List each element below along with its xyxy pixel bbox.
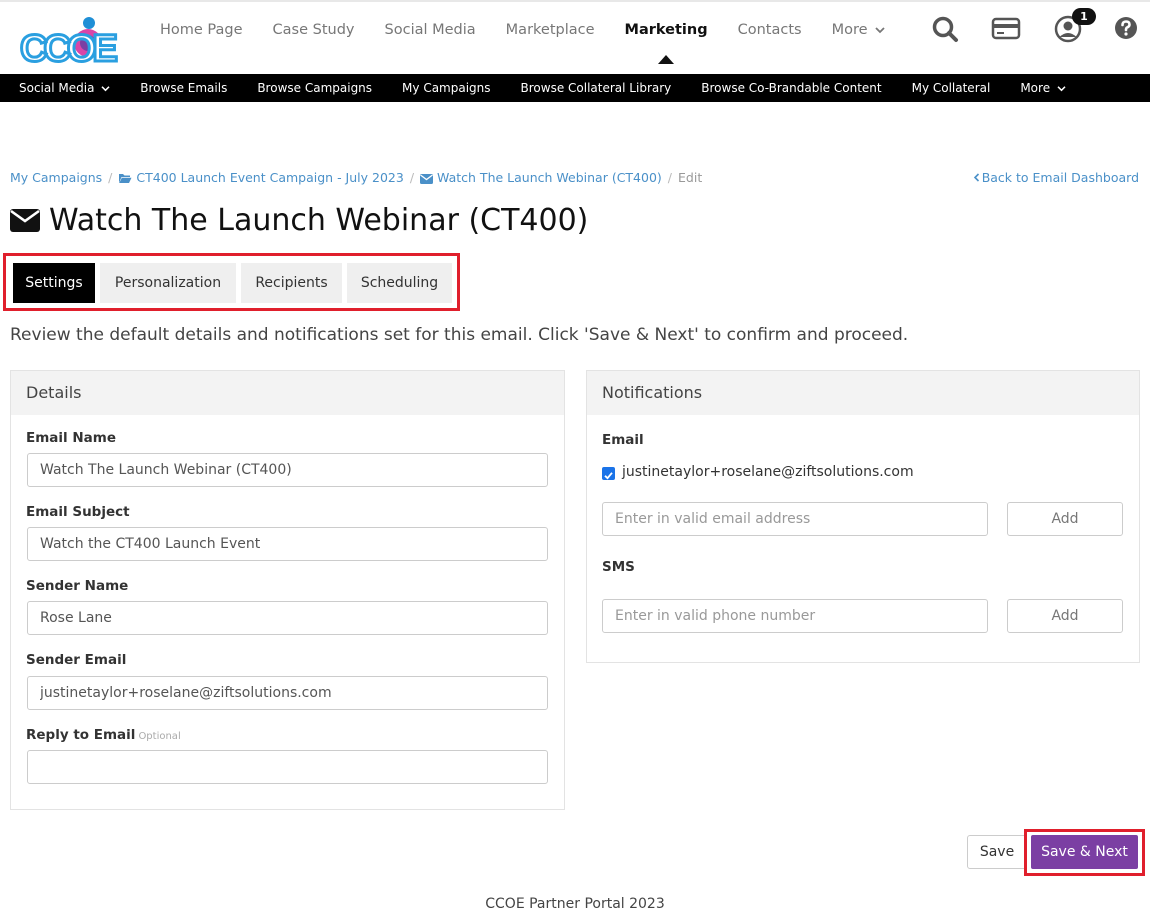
chevron-down-icon	[101, 86, 110, 92]
ccoe-logo[interactable]: CCOE	[18, 14, 128, 70]
marketing-subnav: Social Media Browse Emails Browse Campai…	[0, 74, 1150, 102]
tab-settings[interactable]: Settings	[13, 263, 95, 303]
nav-home-page[interactable]: Home Page	[145, 19, 258, 41]
details-panel: Details Email Name Email Subject Sender …	[10, 370, 565, 810]
envelope-icon	[10, 209, 40, 232]
notification-email-address: justinetaylor+roselane@ziftsolutions.com	[622, 464, 914, 480]
notification-email-checkbox[interactable]	[602, 467, 615, 480]
sender-name-label: Sender Name	[26, 578, 129, 594]
subnav-browse-campaigns[interactable]: Browse Campaigns	[242, 81, 387, 95]
notifications-panel: Notifications Email justinetaylor+rosela…	[586, 370, 1140, 663]
email-subject-input[interactable]	[27, 527, 548, 561]
credit-card-icon[interactable]	[991, 14, 1021, 44]
page-title-text: Watch The Launch Webinar (CT400)	[49, 203, 589, 238]
subnav-browse-co-brandable-content[interactable]: Browse Co-Brandable Content	[686, 81, 896, 95]
optional-hint: Optional	[138, 731, 181, 742]
breadcrumb-email[interactable]: Watch The Launch Webinar (CT400)	[420, 170, 662, 185]
notification-email-input[interactable]	[602, 502, 988, 536]
subnav-browse-collateral-library[interactable]: Browse Collateral Library	[506, 81, 687, 95]
breadcrumb-separator: /	[108, 170, 113, 185]
nav-more[interactable]: More	[817, 19, 901, 41]
search-icon[interactable]	[930, 14, 960, 44]
sender-email-input[interactable]	[27, 676, 548, 710]
chevron-down-icon	[1057, 86, 1066, 92]
breadcrumb-current: Edit	[678, 170, 703, 185]
nav-marketing[interactable]: Marketing	[610, 19, 723, 64]
page-title: Watch The Launch Webinar (CT400)	[10, 203, 588, 238]
back-link-label: Back to Email Dashboard	[981, 170, 1139, 185]
checkmark-icon	[604, 472, 613, 480]
subnav-more[interactable]: More	[1005, 81, 1081, 95]
subnav-social-media-label: Social Media	[19, 81, 95, 95]
save-button[interactable]: Save	[967, 835, 1027, 869]
breadcrumb-campaign-label: CT400 Launch Event Campaign - July 2023	[136, 170, 404, 185]
subnav-my-campaigns[interactable]: My Campaigns	[387, 81, 505, 95]
save-next-highlight: Save & Next	[1024, 829, 1145, 876]
subnav-my-collateral[interactable]: My Collateral	[897, 81, 1006, 95]
intro-text: Review the default details and notificat…	[10, 325, 909, 345]
email-name-input[interactable]	[27, 453, 548, 487]
breadcrumb-separator: /	[667, 170, 673, 185]
details-heading: Details	[11, 371, 564, 415]
reply-to-email-label-text: Reply to Email	[26, 727, 136, 743]
email-subject-label: Email Subject	[26, 504, 130, 520]
main-nav: Home Page Case Study Social Media Market…	[145, 19, 901, 64]
subnav-more-label: More	[1020, 81, 1051, 95]
sender-email-label: Sender Email	[26, 652, 127, 668]
nav-contacts[interactable]: Contacts	[723, 19, 817, 41]
notification-badge[interactable]: 1	[1072, 8, 1096, 25]
tab-personalization[interactable]: Personalization	[100, 263, 236, 303]
reply-to-email-input[interactable]	[27, 750, 548, 784]
breadcrumb-campaign[interactable]: CT400 Launch Event Campaign - July 2023	[118, 170, 404, 185]
subnav-browse-emails[interactable]: Browse Emails	[125, 81, 242, 95]
breadcrumb-separator: /	[409, 170, 415, 185]
add-sms-button[interactable]: Add	[1007, 599, 1123, 633]
breadcrumb-email-label: Watch The Launch Webinar (CT400)	[437, 170, 662, 185]
email-edit-tabs: Settings Personalization Recipients Sche…	[3, 253, 460, 311]
tab-recipients[interactable]: Recipients	[241, 263, 342, 303]
nav-more-label: More	[831, 22, 868, 38]
subnav-social-media[interactable]: Social Media	[4, 81, 125, 95]
help-icon[interactable]	[1113, 15, 1139, 41]
envelope-icon	[420, 174, 434, 184]
add-email-button[interactable]: Add	[1007, 502, 1123, 536]
nav-social-media[interactable]: Social Media	[370, 19, 491, 41]
reply-to-email-label: Reply to Email Optional	[26, 727, 181, 743]
sender-name-input[interactable]	[27, 601, 548, 635]
notifications-heading: Notifications	[587, 371, 1139, 415]
breadcrumb: My Campaigns / CT400 Launch Event Campai…	[10, 170, 702, 185]
footer-text: CCOE Partner Portal 2023	[485, 896, 665, 912]
sms-label: SMS	[602, 559, 635, 575]
folder-open-icon	[119, 174, 132, 183]
breadcrumb-my-campaigns[interactable]: My Campaigns	[10, 170, 102, 185]
save-and-next-button[interactable]: Save & Next	[1031, 835, 1138, 869]
nav-case-study[interactable]: Case Study	[258, 19, 370, 41]
chevron-left-icon	[973, 173, 979, 182]
chevron-down-icon	[875, 27, 885, 34]
nav-marketplace[interactable]: Marketplace	[491, 19, 610, 41]
notification-email-label: Email	[602, 432, 644, 448]
back-to-email-dashboard-link[interactable]: Back to Email Dashboard	[973, 170, 1139, 185]
svg-text:CCOE: CCOE	[20, 28, 116, 70]
email-name-label: Email Name	[26, 430, 116, 446]
sms-phone-input[interactable]	[602, 599, 988, 633]
top-navigation-bar: CCOE Home Page Case Study Social Media M…	[0, 0, 1150, 73]
tab-scheduling[interactable]: Scheduling	[347, 263, 452, 303]
